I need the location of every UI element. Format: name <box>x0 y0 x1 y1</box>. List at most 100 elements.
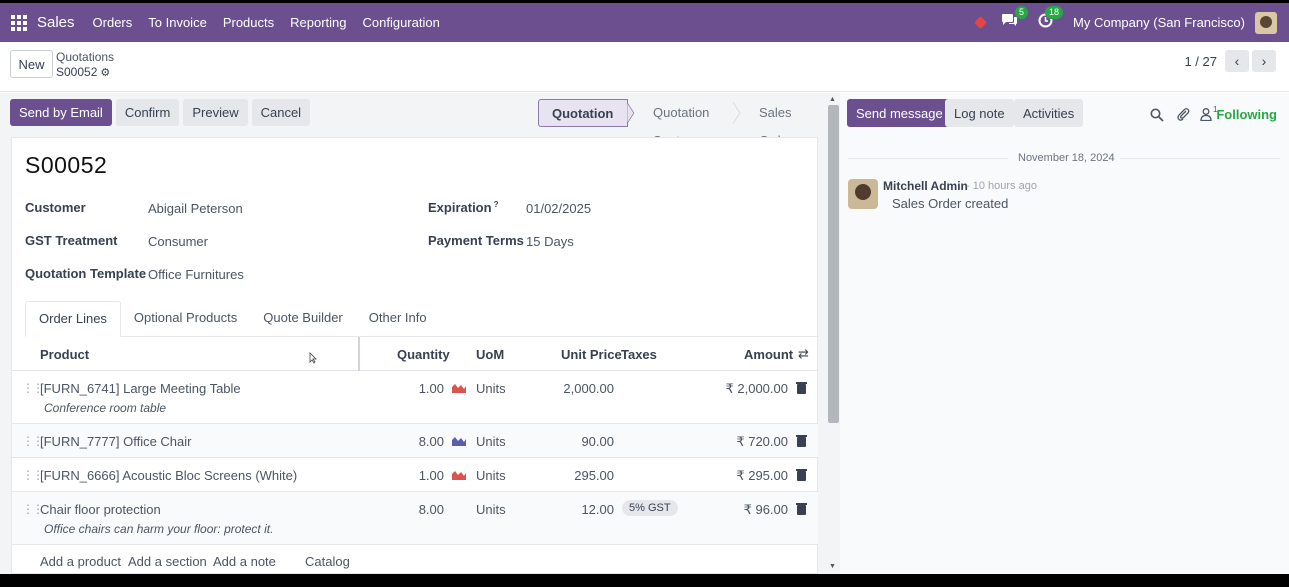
tab-other-info[interactable]: Other Info <box>356 301 440 337</box>
line-quantity[interactable]: 1.00 <box>392 468 444 483</box>
scroll-down-icon[interactable]: ▼ <box>829 563 836 570</box>
menu-reporting[interactable]: Reporting <box>290 15 346 30</box>
line-unit-price[interactable]: 2,000.00 <box>542 381 614 396</box>
drag-handle-icon[interactable]: ⋮⋮ <box>22 502 44 516</box>
company-switcher[interactable]: My Company (San Francisco) <box>1073 15 1245 30</box>
line-uom[interactable]: Units <box>476 502 506 517</box>
customer-field[interactable]: Abigail Peterson <box>148 201 243 216</box>
col-product[interactable]: Product <box>40 347 89 362</box>
pager-next-button[interactable]: › <box>1252 50 1276 72</box>
col-uom[interactable]: UoM <box>476 347 504 362</box>
line-quantity[interactable]: 8.00 <box>392 502 444 517</box>
tab-optional-products[interactable]: Optional Products <box>121 301 250 337</box>
line-amount: ₹ 720.00 <box>736 434 788 449</box>
table-row[interactable]: ⋮⋮ [FURN_6741] Large Meeting Table 1.00 Uni… <box>12 371 818 424</box>
payment-terms-label: Payment Terms <box>428 233 524 248</box>
table-row[interactable]: ⋮⋮ [FURN_7777] Office Chair 8.00 Units 90.00… <box>12 424 818 458</box>
delete-line-icon[interactable] <box>796 382 807 394</box>
send-message-button[interactable]: Send message <box>847 99 952 127</box>
add-note-link[interactable]: Add a note <box>213 554 276 569</box>
app-brand[interactable]: Sales <box>37 14 75 31</box>
col-quantity[interactable]: Quantity <box>397 347 450 362</box>
add-section-link[interactable]: Add a section <box>128 554 207 569</box>
table-row[interactable]: ⋮⋮ [FURN_6666] Acoustic Bloc Screens (Whi… <box>12 458 818 492</box>
message-author[interactable]: Mitchell Admin <box>883 179 968 193</box>
send-by-email-button[interactable]: Send by Email <box>10 99 112 126</box>
line-description[interactable]: Conference room table <box>44 401 166 415</box>
line-uom[interactable]: Units <box>476 468 506 483</box>
form-scrollbar-thumb[interactable] <box>828 105 839 423</box>
forecast-chart-icon[interactable] <box>452 470 466 480</box>
breadcrumb-current-label: S00052 <box>56 65 98 79</box>
col-amount[interactable]: Amount <box>744 347 793 362</box>
gst-treatment-field[interactable]: Consumer <box>148 234 208 249</box>
confirm-button[interactable]: Confirm <box>115 99 180 126</box>
scroll-up-icon[interactable]: ▲ <box>829 96 836 103</box>
date-divider-right <box>1120 158 1280 159</box>
menu-products[interactable]: Products <box>223 15 274 30</box>
cancel-button[interactable]: Cancel <box>251 99 311 126</box>
column-resize-handle[interactable] <box>358 337 360 371</box>
paperclip-icon[interactable] <box>1176 107 1190 122</box>
line-description[interactable]: Office chairs can harm your floor: prote… <box>44 522 273 536</box>
line-product[interactable]: [FURN_6666] Acoustic Bloc Screens (White… <box>40 468 297 483</box>
pager-previous-button[interactable]: ‹ <box>1225 50 1249 72</box>
payment-terms-field[interactable]: 15 Days <box>526 234 574 249</box>
activities-button[interactable]: Activities <box>1014 99 1084 127</box>
following-button[interactable]: Following <box>1216 107 1277 122</box>
menu-to-invoice[interactable]: To Invoice <box>148 15 207 30</box>
stage-quotation[interactable]: Quotation <box>538 99 629 127</box>
tab-order-lines[interactable]: Order Lines <box>25 301 121 337</box>
line-quantity[interactable]: 1.00 <box>392 381 444 396</box>
add-product-link[interactable]: Add a product <box>40 554 121 569</box>
line-product[interactable]: Chair floor protection <box>40 502 161 517</box>
search-icon[interactable] <box>1150 108 1164 122</box>
expiration-field[interactable]: 01/02/2025 <box>526 201 591 216</box>
quotation-template-field[interactable]: Office Furnitures <box>148 267 244 282</box>
forecast-chart-icon[interactable] <box>452 383 466 393</box>
messaging-icon[interactable]: 5 <box>1001 6 1029 32</box>
message-date: November 18, 2024 <box>1018 152 1115 164</box>
col-taxes[interactable]: Taxes <box>621 347 657 362</box>
line-product[interactable]: [FURN_7777] Office Chair <box>40 434 192 449</box>
delete-line-icon[interactable] <box>796 469 807 481</box>
tab-quote-builder[interactable]: Quote Builder <box>250 301 356 337</box>
line-unit-price[interactable]: 295.00 <box>542 468 614 483</box>
user-avatar[interactable] <box>1255 11 1277 34</box>
optional-columns-icon[interactable]: ⇄ <box>798 346 809 362</box>
tax-badge[interactable]: 5% GST <box>622 500 678 516</box>
gear-icon[interactable]: ⚙ <box>100 67 110 79</box>
apps-menu-icon[interactable] <box>11 14 27 31</box>
line-unit-price[interactable]: 12.00 <box>542 502 614 517</box>
menu-orders[interactable]: Orders <box>93 15 133 30</box>
catalog-link[interactable]: Catalog <box>305 554 350 569</box>
line-unit-price[interactable]: 90.00 <box>542 434 614 449</box>
line-product[interactable]: [FURN_6741] Large Meeting Table <box>40 381 241 396</box>
control-panel: New Quotations S00052 ⚙ 1 / 27 ‹ › <box>0 42 1289 92</box>
followers-user-icon[interactable] <box>1200 108 1212 121</box>
col-unit-price[interactable]: Unit Price <box>561 347 622 362</box>
menu-configuration[interactable]: Configuration <box>363 15 440 30</box>
help-tooltip-icon[interactable]: ? <box>494 200 499 209</box>
new-button[interactable]: New <box>10 50 53 78</box>
delete-line-icon[interactable] <box>796 435 807 447</box>
preview-button[interactable]: Preview <box>183 99 248 126</box>
drag-handle-icon[interactable]: ⋮⋮ <box>22 434 44 448</box>
customer-label: Customer <box>25 200 86 215</box>
form-view: Send by Email Confirm Preview Cancel Quo… <box>0 93 826 574</box>
forecast-chart-icon[interactable] <box>452 436 466 446</box>
log-note-button[interactable]: Log note <box>945 99 1014 127</box>
author-avatar[interactable] <box>848 179 878 209</box>
drag-handle-icon[interactable]: ⋮⋮ <box>22 468 44 482</box>
breadcrumb-quotations[interactable]: Quotations <box>56 50 114 64</box>
table-row[interactable]: ⋮⋮ Chair floor protection 8.00 Units 12.00 ₹ … <box>12 492 818 545</box>
stage-quotation-sent[interactable]: Quotation Sent <box>635 99 733 148</box>
line-uom[interactable]: Units <box>476 381 506 396</box>
delete-line-icon[interactable] <box>796 503 807 515</box>
line-uom[interactable]: Units <box>476 434 506 449</box>
drag-handle-icon[interactable]: ⋮⋮ <box>22 381 44 395</box>
activities-clock-icon[interactable]: 18 <box>1038 6 1064 32</box>
pager-value[interactable]: 1 / 27 <box>1184 54 1217 69</box>
line-quantity[interactable]: 8.00 <box>392 434 444 449</box>
stage-sales-order[interactable]: Sales Order <box>741 99 826 148</box>
